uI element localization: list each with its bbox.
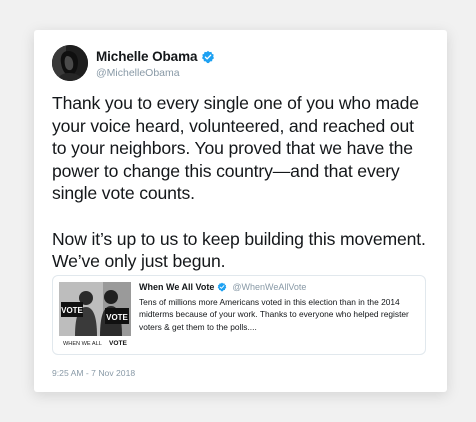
tweet-card[interactable]: Michelle Obama @MichelleObama Thank you …	[34, 30, 447, 392]
verified-badge-icon	[218, 282, 227, 292]
quoted-tweet-body: When We All Vote @WhenWeAllVote Tens of …	[139, 282, 423, 333]
tweet-paragraph: Thank you to every single one of you who…	[52, 93, 419, 204]
author-handle[interactable]: @MichelleObama	[96, 67, 180, 79]
quoted-tweet-header: When We All Vote @WhenWeAllVote	[139, 282, 423, 292]
sign-left-text: VOTE	[61, 306, 83, 315]
verified-badge-icon	[202, 50, 215, 63]
tweet-paragraph: Now it’s up to us to keep building this …	[52, 228, 426, 272]
page-background: Michelle Obama @MichelleObama Thank you …	[0, 0, 476, 422]
quoted-author-display-name[interactable]: When We All Vote	[139, 282, 214, 292]
sign-right-text: VOTE	[106, 313, 128, 322]
profile-photo-icon	[52, 45, 88, 81]
avatar[interactable]	[52, 45, 88, 81]
tweet-text: Thank you to every single one of you who…	[52, 92, 432, 273]
quoted-tweet[interactable]: VOTE VOTE WHEN WE ALL VOTE When We All V…	[52, 275, 426, 355]
tweet-timestamp[interactable]: 9:25 AM - 7 Nov 2018	[52, 368, 135, 378]
image-caption-suffix: VOTE	[109, 340, 128, 347]
quoted-tweet-text: Tens of millions more Americans voted in…	[139, 297, 409, 332]
quoted-author-handle[interactable]: @WhenWeAllVote	[232, 282, 306, 292]
vote-rally-photo-icon: VOTE VOTE WHEN WE ALL VOTE	[59, 282, 131, 348]
image-caption-prefix: WHEN WE ALL	[63, 341, 102, 347]
quoted-tweet-image[interactable]: VOTE VOTE WHEN WE ALL VOTE	[59, 282, 131, 348]
tweet-header: Michelle Obama @MichelleObama	[52, 45, 422, 85]
author-display-name[interactable]: Michelle Obama	[96, 49, 197, 64]
